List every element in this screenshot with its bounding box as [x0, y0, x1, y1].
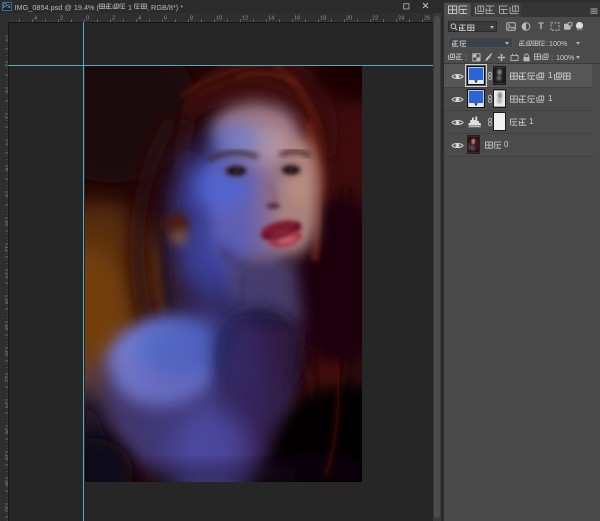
svg-text:0: 0 [4, 90, 8, 93]
svg-text:4: 4 [4, 142, 8, 145]
svg-text:4: 4 [138, 15, 141, 21]
svg-text:4: 4 [34, 15, 37, 21]
svg-text:6: 6 [4, 168, 8, 171]
svg-text:2: 2 [112, 15, 115, 21]
svg-text:2: 2 [4, 116, 8, 119]
svg-text:2: 2 [60, 15, 63, 21]
svg-text:0: 0 [86, 15, 89, 21]
svg-text:8: 8 [190, 15, 193, 21]
svg-text:6: 6 [164, 15, 167, 21]
svg-text:8: 8 [4, 194, 8, 197]
svg-text:4: 4 [4, 38, 8, 41]
